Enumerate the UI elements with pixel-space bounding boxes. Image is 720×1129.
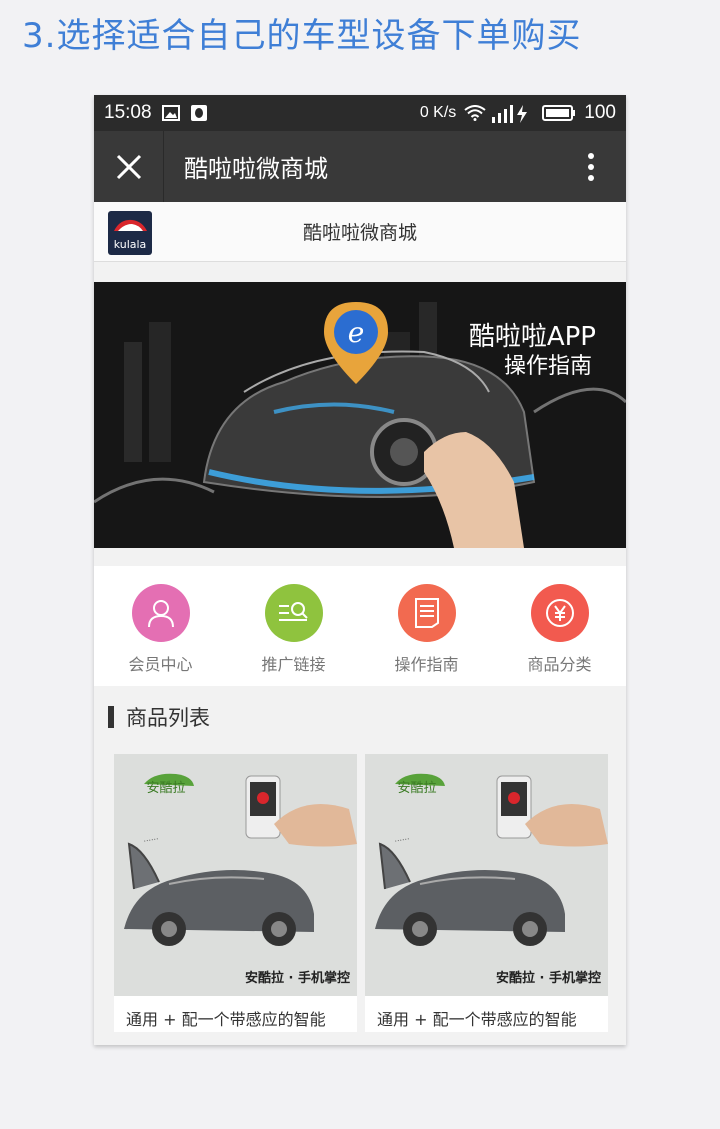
promo-link-icon-circle — [264, 584, 323, 642]
qq-icon — [190, 105, 208, 121]
signal-icon — [490, 105, 514, 123]
more-menu-button[interactable] — [556, 152, 626, 182]
quick-nav-guide[interactable]: 操作指南 — [360, 566, 493, 686]
step-title: 3.选择适合自己的车型设备下单购买 — [22, 16, 582, 56]
quick-nav-label: 商品分类 — [527, 655, 592, 674]
product-card[interactable]: 安酷拉 ······ 安酷拉 · 手机掌控 通用 + 配一个带感应的智能 — [114, 754, 357, 1032]
wifi-icon — [464, 105, 486, 121]
section-title: 商品列表 — [126, 706, 210, 730]
more-vertical-icon — [588, 152, 594, 181]
product-brand-logo: 安酷拉 — [146, 781, 185, 796]
svg-text:kulala: kulala — [114, 238, 147, 251]
shop-header: kulala 酷啦啦微商城 — [94, 202, 626, 262]
product-name: 通用 + 配一个带感应的智能 — [126, 1010, 326, 1029]
list-search-icon — [278, 602, 308, 621]
quick-nav: 会员中心 推广链接 操作指南 商品分类 — [94, 566, 626, 686]
svg-text:e: e — [348, 316, 365, 349]
section-bar — [108, 706, 114, 728]
banner-subtitle: 操作指南 — [503, 354, 592, 379]
battery-icon — [542, 105, 576, 121]
shop-logo[interactable]: kulala — [108, 211, 152, 255]
status-time: 15:08 — [104, 102, 152, 123]
quick-nav-label: 推广链接 — [261, 655, 326, 674]
product-image[interactable]: 安酷拉 ······ 安酷拉 · 手机掌控 — [114, 754, 357, 996]
shop-name: 酷啦啦微商城 — [302, 222, 417, 244]
product-card[interactable]: 安酷拉 ······ 安酷拉 · 手机掌控 通用 + 配一个带感应的智能 — [365, 754, 608, 1032]
document-icon — [414, 598, 439, 628]
close-button[interactable] — [94, 131, 164, 202]
product-brand-logo: 安酷拉 — [397, 781, 436, 796]
member-center-icon-circle — [131, 584, 190, 642]
charging-icon — [516, 105, 534, 123]
battery-level: 100 — [584, 102, 616, 123]
quick-nav-promo-link[interactable]: 推广链接 — [227, 566, 360, 686]
product-list: 安酷拉 ······ 安酷拉 · 手机掌控 通用 + 配一个带感应的智能 安酷拉… — [94, 748, 626, 1032]
status-bar: 15:08 0 K/s 100 — [94, 95, 626, 131]
guide-icon-circle — [397, 584, 456, 642]
phone-screen: 15:08 0 K/s 100 酷啦啦微商城 kulala 酷啦啦微商城 e 酷… — [94, 95, 626, 1045]
product-name: 通用 + 配一个带感应的智能 — [377, 1010, 577, 1029]
quick-nav-label: 操作指南 — [394, 655, 459, 674]
quick-nav-categories[interactable]: 商品分类 — [493, 566, 626, 686]
banner[interactable]: e 酷啦啦APP 操作指南 — [94, 282, 626, 548]
quick-nav-member-center[interactable]: 会员中心 — [94, 566, 227, 686]
network-speed: 0 K/s — [419, 104, 457, 121]
categories-icon-circle — [530, 584, 589, 642]
close-icon — [116, 154, 141, 179]
nav-bar: 酷啦啦微商城 — [94, 131, 626, 202]
yen-icon — [545, 599, 574, 627]
user-icon — [147, 600, 174, 628]
quick-nav-label: 会员中心 — [128, 655, 193, 674]
product-image[interactable]: 安酷拉 ······ 安酷拉 · 手机掌控 — [365, 754, 608, 996]
image-icon — [161, 105, 180, 121]
nav-title: 酷啦啦微商城 — [184, 155, 328, 183]
product-tagline: 安酷拉 · 手机掌控 — [245, 970, 350, 986]
product-tagline: 安酷拉 · 手机掌控 — [496, 970, 601, 986]
section-header: 商品列表 — [94, 686, 626, 748]
